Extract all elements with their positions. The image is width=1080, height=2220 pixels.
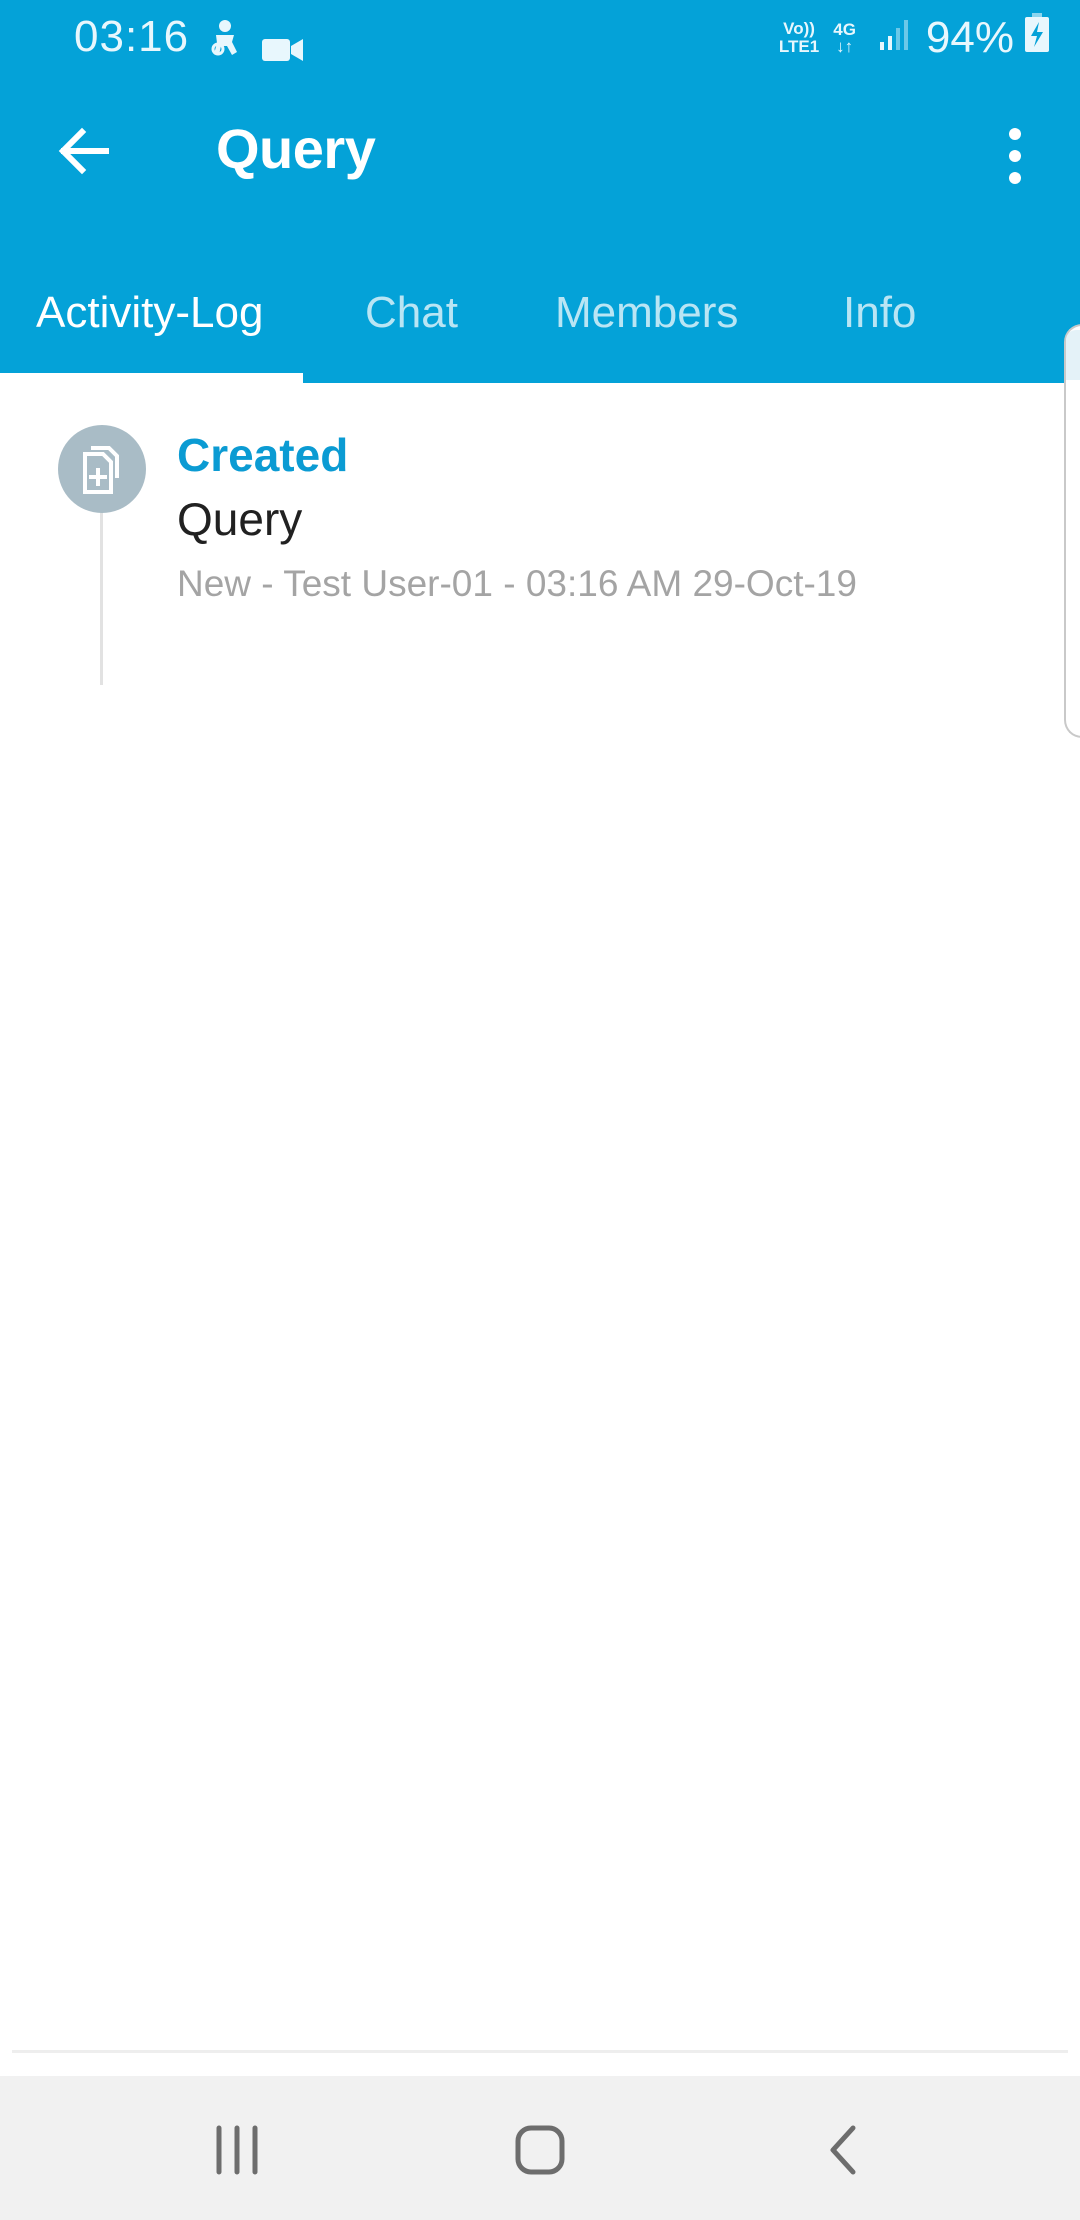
document-add-icon — [83, 446, 119, 494]
edge-panel-handle[interactable] — [1064, 324, 1080, 738]
back-icon — [830, 2125, 856, 2175]
volte-indicator: Vo)) LTE1 — [778, 19, 820, 56]
page-title: Query — [216, 117, 376, 180]
nav-back-button[interactable] — [803, 2118, 883, 2182]
status-bar: 03:16 Vo)) LTE1 4G ↓↑ 94% — [0, 0, 1080, 76]
system-nav-bar — [0, 2076, 1080, 2220]
video-camera-icon — [262, 24, 304, 74]
app-bar: Query — [0, 76, 1080, 236]
battery-percent: 94% — [925, 13, 1014, 62]
overflow-menu-button[interactable] — [990, 126, 1040, 186]
tab-activity-log[interactable]: Activity-Log — [36, 288, 263, 338]
network-indicator: 4G ↓↑ — [833, 20, 856, 56]
home-icon — [515, 2125, 565, 2175]
more-vert-icon — [1009, 128, 1021, 184]
entry-action: Created — [177, 429, 349, 481]
signal-icon — [878, 13, 912, 63]
status-right-group: Vo)) LTE1 4G ↓↑ 94% — [779, 10, 1050, 66]
battery-charging-icon — [1024, 12, 1050, 64]
active-tab-indicator — [0, 373, 303, 383]
recent-apps-button[interactable] — [197, 2118, 277, 2182]
status-time: 03:16 — [74, 12, 190, 61]
tab-info[interactable]: Info — [843, 288, 916, 338]
tab-bar: Activity-Log Chat Members Info — [0, 270, 1080, 383]
entry-subject: Query — [177, 493, 303, 545]
entry-icon-circle — [58, 425, 146, 513]
edge-panel-handle-highlight — [1066, 330, 1080, 380]
recent-apps-icon — [216, 2125, 258, 2175]
arrow-back-icon — [58, 127, 109, 175]
tab-chat[interactable]: Chat — [365, 288, 458, 338]
home-button[interactable] — [500, 2118, 580, 2182]
back-button[interactable] — [50, 116, 120, 186]
entry-meta: New - Test User-01 - 03:16 AM 29-Oct-19 — [177, 563, 857, 604]
accessibility-icon — [210, 18, 244, 68]
header: 03:16 Vo)) LTE1 4G ↓↑ 94% Query Activity… — [0, 0, 1080, 383]
divider — [12, 2050, 1068, 2053]
tab-members[interactable]: Members — [555, 288, 738, 338]
